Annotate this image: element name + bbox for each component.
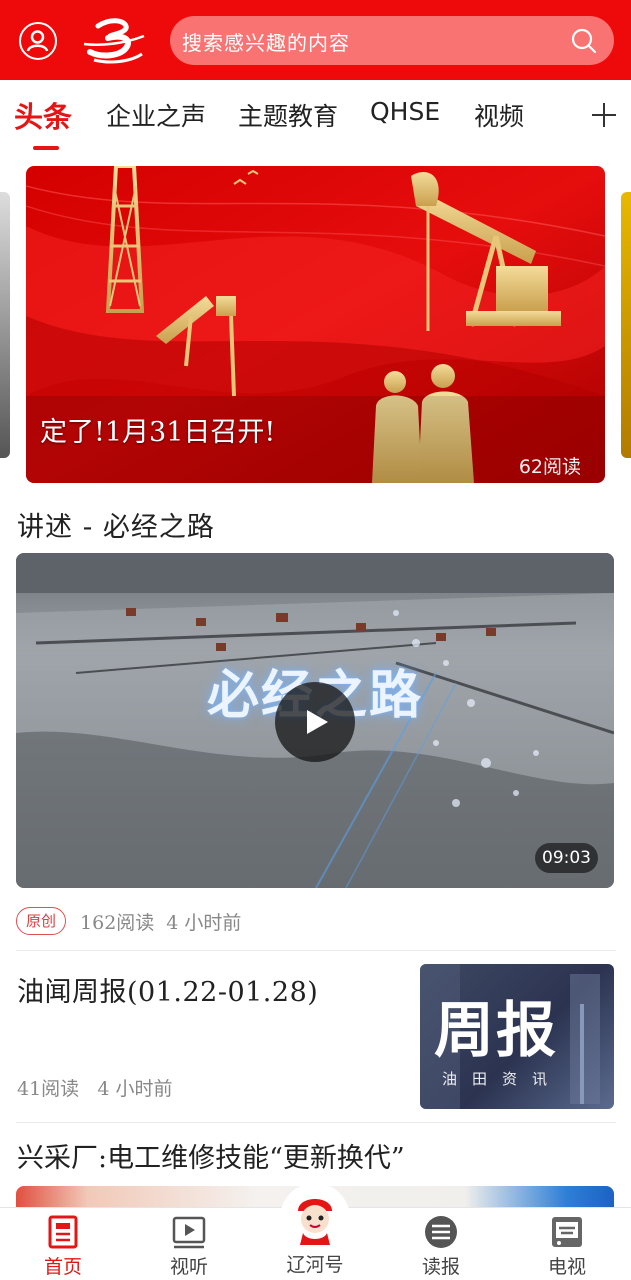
top-header: 搜索感兴趣的内容: [0, 0, 631, 80]
carousel-slide-title: 定了!1月31日召开!: [40, 417, 276, 448]
video-duration: 09:03: [535, 843, 598, 873]
nav-home[interactable]: 首页: [13, 1208, 113, 1280]
publish-time: 4 小时前: [166, 911, 242, 934]
carousel-prev-slide[interactable]: [0, 192, 10, 458]
video-article-title[interactable]: 讲述 - 必经之路: [17, 505, 215, 544]
nav-label: 电视: [547, 1256, 586, 1278]
channel-tabs: 头条 企业之声 主题教育 QHSE 视频: [0, 80, 631, 152]
video-player[interactable]: 必经之路 09:03: [16, 553, 614, 888]
play-button[interactable]: [275, 682, 355, 762]
original-badge: 原创: [16, 907, 67, 935]
tabs-fade: [540, 80, 570, 152]
weekly-article-meta: 41阅读 4 小时前: [17, 1074, 172, 1101]
search-icon[interactable]: [570, 27, 598, 55]
headline-carousel: 定了!1月31日召开! 62阅读: [0, 152, 631, 492]
nav-label: 辽河号: [286, 1254, 344, 1276]
search-placeholder: 搜索感兴趣的内容: [182, 31, 350, 55]
weekly-thumb-caption: 油田资讯: [442, 1070, 563, 1088]
play-screen-icon: [172, 1216, 206, 1249]
video-article-meta: 原创 162阅读 4 小时前: [16, 906, 253, 936]
nav-tv[interactable]: 电视: [517, 1208, 617, 1280]
carousel-read-count: 62阅读: [518, 456, 581, 478]
weekly-article-thumbnail[interactable]: 周报 油田资讯: [420, 964, 614, 1109]
divider: [16, 950, 616, 951]
next-article-title[interactable]: 兴采厂:电工维修技能“更新换代”: [17, 1136, 405, 1175]
plus-icon: [592, 103, 616, 127]
read-count: 162阅读: [80, 911, 155, 934]
tab-qhse[interactable]: QHSE: [370, 97, 440, 126]
tv-icon: [552, 1217, 582, 1247]
mascot-icon[interactable]: [280, 1183, 350, 1253]
nav-label: 首页: [43, 1256, 82, 1278]
newspaper-icon: [425, 1216, 457, 1248]
tab-enterprise-voice[interactable]: 企业之声: [106, 97, 206, 133]
active-tab-indicator: [33, 146, 59, 150]
nav-label: 视听: [169, 1256, 208, 1278]
weekly-thumb-heading: 周报: [434, 996, 558, 1066]
user-avatar-icon[interactable]: [19, 22, 57, 60]
play-icon: [307, 710, 328, 734]
read-count: 41阅读: [17, 1078, 80, 1100]
tab-video[interactable]: 视频: [474, 97, 524, 133]
divider: [16, 1122, 616, 1123]
carousel-slide[interactable]: 定了!1月31日召开! 62阅读: [26, 166, 605, 483]
carousel-next-slide[interactable]: [621, 192, 631, 458]
tab-theme-education[interactable]: 主题教育: [238, 97, 338, 133]
add-channel-button[interactable]: [570, 80, 631, 152]
tab-headlines[interactable]: 头条: [14, 94, 72, 136]
app-logo-icon: [80, 16, 148, 66]
publish-time: 4 小时前: [97, 1078, 173, 1100]
search-bar[interactable]: 搜索感兴趣的内容: [170, 16, 614, 65]
nav-audio-video[interactable]: 视听: [139, 1208, 239, 1280]
nav-read-newspaper[interactable]: 读报: [391, 1208, 491, 1280]
home-news-icon: [48, 1215, 78, 1249]
nav-label: 读报: [421, 1256, 460, 1278]
weekly-article-title[interactable]: 油闻周报(01.22-01.28): [17, 970, 318, 1009]
